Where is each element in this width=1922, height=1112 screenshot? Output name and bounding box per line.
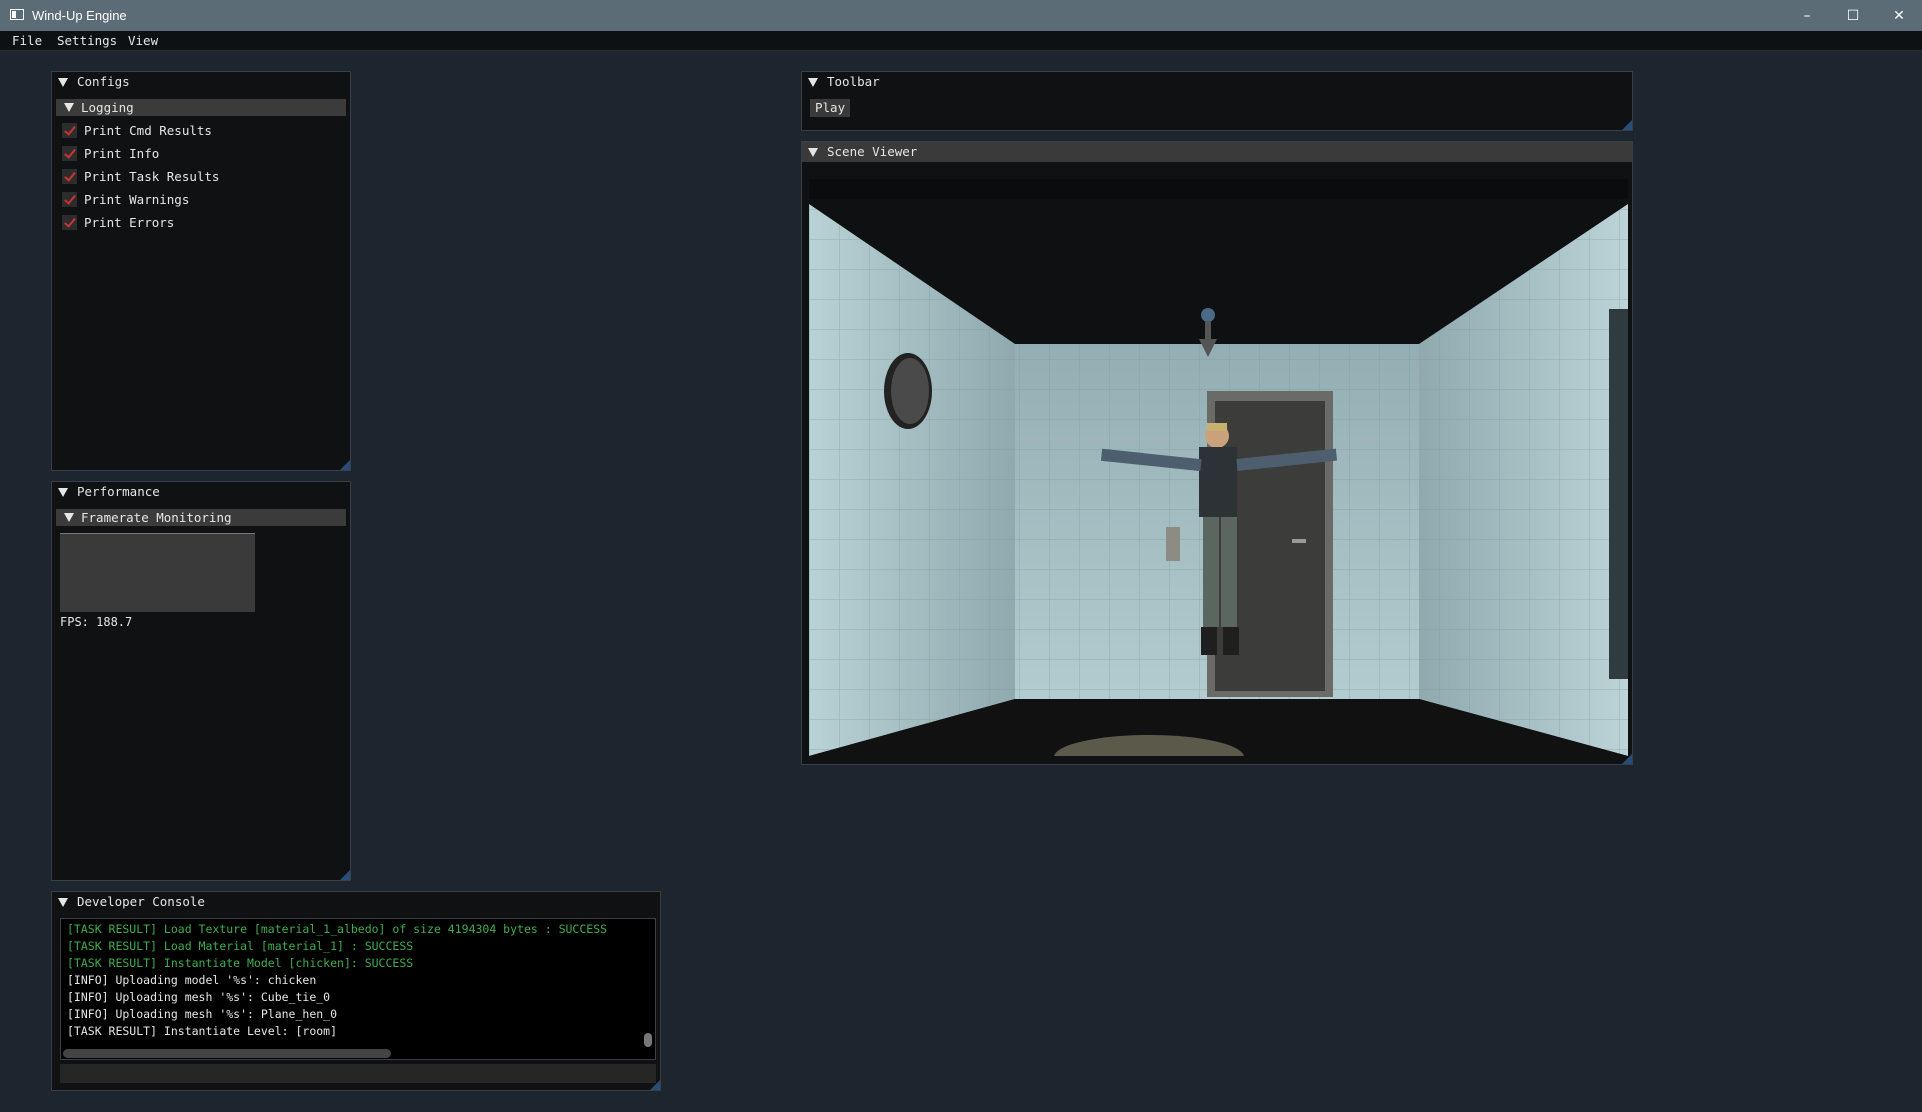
option-label: Print Info xyxy=(84,146,160,161)
console-line: [TASK RESULT] Load Material [material_1]… xyxy=(67,939,414,953)
checkbox-checked-icon[interactable] xyxy=(62,215,77,230)
console-line: [INFO] Uploading mesh '%s': Plane_hen_0 xyxy=(67,1007,338,1021)
right-wall-opening xyxy=(1609,309,1628,679)
menu-file[interactable]: File xyxy=(12,33,42,48)
performance-panel-header[interactable]: Performance xyxy=(52,482,350,502)
window-titlebar: Wind-Up Engine – ☐ ✕ xyxy=(0,0,1922,31)
console-line: [TASK RESULT] Instantiate Level: [room] xyxy=(67,1024,338,1038)
collapse-triangle-icon[interactable] xyxy=(58,898,68,907)
collapse-triangle-icon[interactable] xyxy=(64,103,74,112)
console-panel-title: Developer Console xyxy=(77,894,205,909)
resize-grip-icon[interactable] xyxy=(1622,754,1632,764)
resize-grip-icon[interactable] xyxy=(340,460,350,470)
scene-viewer-title: Scene Viewer xyxy=(827,144,918,159)
framerate-graph xyxy=(60,533,255,612)
console-command-input[interactable] xyxy=(60,1064,656,1083)
framerate-section-header[interactable]: Framerate Monitoring xyxy=(56,509,346,526)
light-switch xyxy=(1166,527,1180,561)
app-window-icon xyxy=(10,9,24,20)
play-button[interactable]: Play xyxy=(810,99,851,117)
performance-panel-title: Performance xyxy=(77,484,160,499)
scene-render xyxy=(809,199,1628,756)
toolbar-panel: Toolbar Play xyxy=(801,71,1633,131)
close-button[interactable]: ✕ xyxy=(1876,0,1922,31)
scene-viewer-header[interactable]: Scene Viewer xyxy=(802,142,1632,162)
minimize-button[interactable]: – xyxy=(1784,0,1830,31)
logging-section-title: Logging xyxy=(81,100,134,115)
resize-grip-icon[interactable] xyxy=(650,1080,660,1090)
checkbox-checked-icon[interactable] xyxy=(62,123,77,138)
console-line: [TASK RESULT] Instantiate Model [chicken… xyxy=(67,956,414,970)
configs-panel-title: Configs xyxy=(77,74,130,89)
developer-console-panel: Developer Console [TASK RESULT] Load Tex… xyxy=(51,891,661,1091)
scene-viewer-panel: Scene Viewer xyxy=(801,141,1633,765)
fps-readout: FPS: 188.7 xyxy=(60,615,133,629)
resize-grip-icon[interactable] xyxy=(1622,120,1632,130)
collapse-triangle-icon[interactable] xyxy=(64,513,74,522)
menu-view[interactable]: View xyxy=(128,33,158,48)
horizontal-scrollbar-thumb[interactable] xyxy=(63,1049,391,1058)
configs-panel: Configs Logging Print Cmd Results Print … xyxy=(51,71,351,471)
console-line: [TASK RESULT] Load Texture [material_1_a… xyxy=(67,922,608,936)
console-output[interactable]: [TASK RESULT] Load Texture [material_1_a… xyxy=(60,918,656,1060)
option-label: Print Cmd Results xyxy=(84,123,212,138)
configs-panel-header[interactable]: Configs xyxy=(52,72,350,92)
checkbox-checked-icon[interactable] xyxy=(62,169,77,184)
maximize-button[interactable]: ☐ xyxy=(1830,0,1876,31)
menu-settings[interactable]: Settings xyxy=(57,33,117,48)
option-label: Print Warnings xyxy=(84,192,190,207)
resize-grip-icon[interactable] xyxy=(340,870,350,880)
performance-panel: Performance Framerate Monitoring FPS: 18… xyxy=(51,481,351,881)
vertical-scrollbar-thumb[interactable] xyxy=(644,1033,652,1047)
gizmo-handle[interactable] xyxy=(1201,308,1215,322)
checkbox-checked-icon[interactable] xyxy=(62,146,77,161)
option-label: Print Task Results xyxy=(84,169,220,184)
console-line: [INFO] Uploading model '%s': chicken xyxy=(67,973,317,987)
collapse-triangle-icon[interactable] xyxy=(808,148,818,157)
toolbar-panel-title: Toolbar xyxy=(827,74,880,89)
collapse-triangle-icon[interactable] xyxy=(58,78,68,87)
option-label: Print Errors xyxy=(84,215,175,230)
framerate-section-title: Framerate Monitoring xyxy=(81,510,232,525)
toolbar-panel-header[interactable]: Toolbar xyxy=(802,72,1632,92)
scene-viewport[interactable] xyxy=(809,179,1628,756)
logging-section-header[interactable]: Logging xyxy=(56,99,346,116)
window-title: Wind-Up Engine xyxy=(32,8,127,23)
console-panel-header[interactable]: Developer Console xyxy=(52,892,660,912)
console-line: [INFO] Uploading mesh '%s': Cube_tie_0 xyxy=(67,990,331,1004)
collapse-triangle-icon[interactable] xyxy=(58,488,68,497)
checkbox-checked-icon[interactable] xyxy=(62,192,77,207)
menu-bar: File Settings View xyxy=(0,31,1922,51)
collapse-triangle-icon[interactable] xyxy=(808,78,818,87)
